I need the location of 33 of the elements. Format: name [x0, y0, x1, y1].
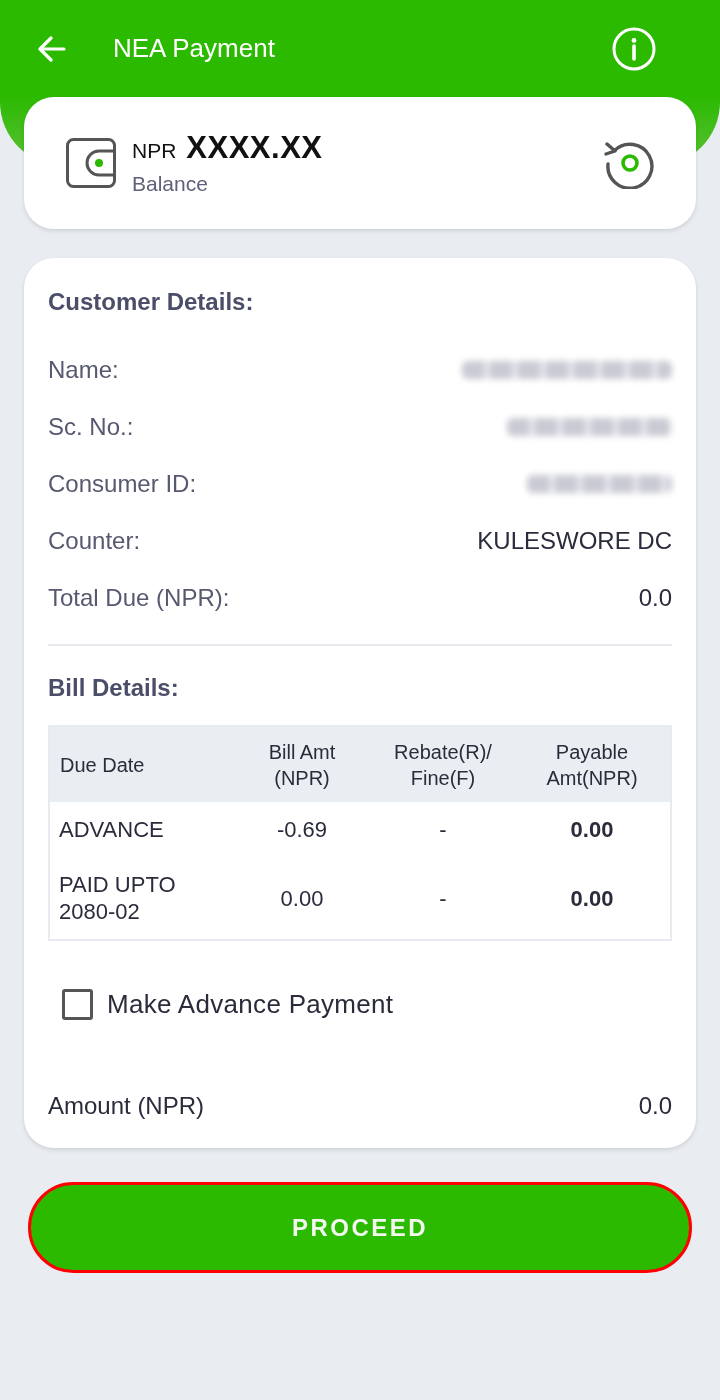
- section-heading: Bill Details:: [48, 673, 180, 703]
- field-value: KULESWORE DC: [477, 526, 672, 555]
- currency-label: NPR: [132, 139, 177, 163]
- table-cell-text: 0.00: [569, 884, 615, 912]
- wallet-icon: [66, 138, 116, 188]
- page-title: NEA Payment: [113, 33, 276, 64]
- table-cell-text: -: [438, 884, 448, 912]
- table-cell-text: 0.00: [569, 816, 615, 843]
- column-header: Payable Amt(NPR): [545, 739, 639, 791]
- field-label: Total Due (NPR):: [48, 583, 230, 612]
- table-cell-text: -0.69: [275, 816, 329, 843]
- field-label: Sc. No.:: [48, 412, 134, 441]
- table-cell-text: PAID UPTO 2080-02: [58, 871, 177, 925]
- checkbox[interactable]: [62, 989, 93, 1020]
- column-header: Due Date: [59, 752, 146, 778]
- proceed-button[interactable]: PROCEED: [28, 1182, 692, 1273]
- amount-label: Amount (NPR): [48, 1092, 205, 1120]
- table-cell-text: 0.00: [279, 884, 325, 912]
- section-heading: Customer Details:: [48, 287, 255, 317]
- field-label: Consumer ID:: [48, 469, 197, 498]
- checkbox-label: Make Advance Payment: [107, 989, 394, 1020]
- back-arrow-icon: [38, 35, 66, 62]
- amount-value: 0.0: [638, 1092, 672, 1120]
- column-header: Bill Amt (NPR): [267, 739, 337, 791]
- field-label: Name:: [48, 355, 119, 384]
- balance-amount: XXXX.XX: [186, 130, 323, 166]
- balance-label: Balance: [132, 172, 209, 196]
- field-label: Counter:: [48, 526, 141, 555]
- field-value: 0.0: [638, 583, 672, 612]
- table-cell-text: ADVANCE: [58, 816, 165, 843]
- table-cell-text: -: [438, 816, 448, 843]
- column-header: Rebate(R)/Fine(F): [393, 739, 493, 791]
- info-icon: [612, 26, 656, 71]
